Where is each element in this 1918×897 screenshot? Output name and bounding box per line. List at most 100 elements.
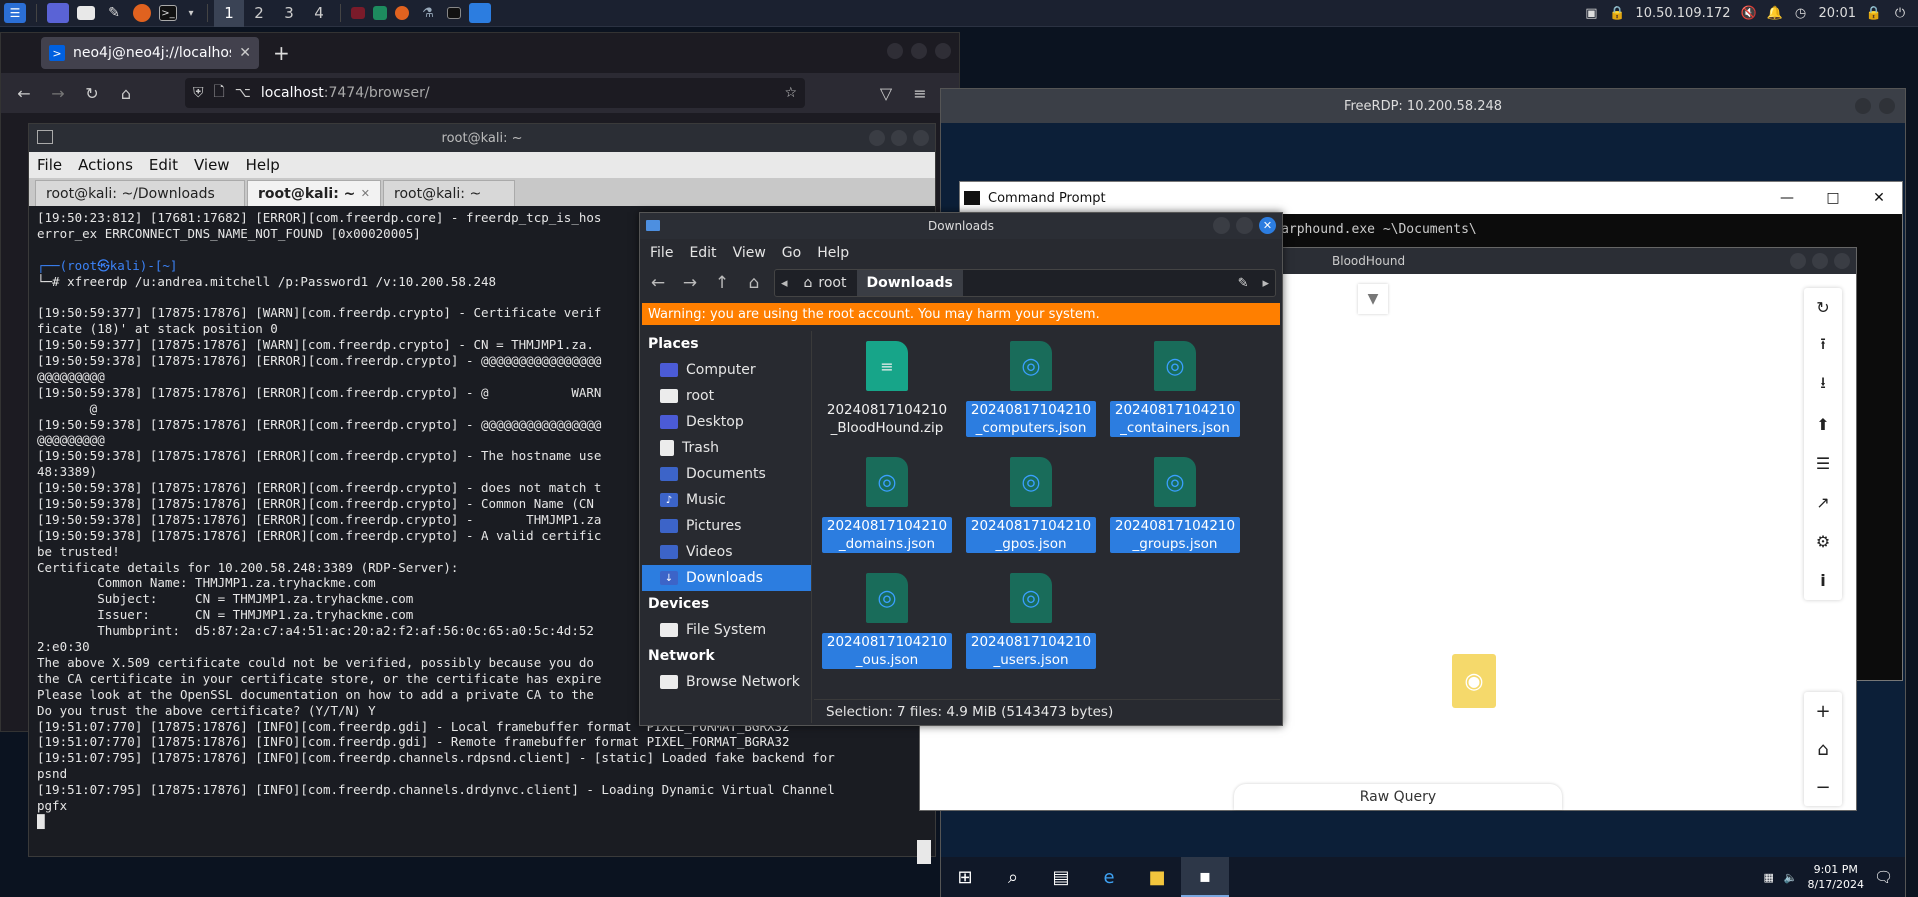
terminal-icon[interactable]: >_ xyxy=(159,5,177,21)
notifications-icon[interactable]: 🗨 xyxy=(1874,868,1893,886)
taskbar-app-icon[interactable] xyxy=(351,7,365,19)
zoom-out-icon[interactable]: − xyxy=(1804,768,1842,806)
url-bar[interactable]: ⛨ 🗋 ⌥ localhost:7474/browser/ ☆ xyxy=(185,78,805,108)
queries-icon[interactable]: ☰ xyxy=(1804,444,1842,483)
new-tab-button[interactable]: + xyxy=(273,41,290,65)
file-item[interactable]: ≡ 20240817104210_BloodHound.zip xyxy=(822,337,952,447)
cmd-taskbar-icon[interactable]: ▪ xyxy=(1181,857,1229,897)
sidebar-item-documents[interactable]: Documents xyxy=(642,461,811,487)
sidebar-item-videos[interactable]: Videos xyxy=(642,539,811,565)
maximize-button[interactable] xyxy=(891,130,907,146)
power-icon[interactable]: ⏻ xyxy=(1892,6,1908,22)
windows-start-icon[interactable]: ⊞ xyxy=(941,857,989,897)
menu-edit[interactable]: Edit xyxy=(681,245,724,261)
menu-view[interactable]: View xyxy=(725,245,774,261)
settings-gear-icon[interactable]: ⚙ xyxy=(1804,522,1842,561)
terminal-scrollbar[interactable] xyxy=(917,840,931,864)
file-item[interactable]: ◎ 20240817104210_gpos.json xyxy=(966,453,1096,563)
pocket-icon[interactable]: ▽ xyxy=(871,79,901,107)
refresh-icon[interactable]: ↻ xyxy=(1804,288,1842,327)
download-icon[interactable]: ⭳ xyxy=(1804,366,1842,405)
raw-query-bar[interactable]: Raw Query xyxy=(1234,784,1562,810)
path-right-arrow-icon[interactable]: ▸ xyxy=(1256,276,1275,291)
zoom-in-icon[interactable]: + xyxy=(1804,692,1842,730)
maximize-button[interactable] xyxy=(911,43,927,59)
lock-screen-icon[interactable]: 🔒 xyxy=(1866,6,1882,22)
sidebar-item-desktop[interactable]: Desktop xyxy=(642,409,811,435)
menu-edit[interactable]: Edit xyxy=(141,156,186,174)
bookmark-star-icon[interactable]: ☆ xyxy=(784,85,797,101)
permissions-icon[interactable]: ⌥ xyxy=(235,85,251,101)
taskbar-firefox-icon[interactable] xyxy=(395,6,409,20)
filter-icon[interactable]: ▼ xyxy=(1358,284,1388,314)
maximize-button[interactable] xyxy=(1236,217,1253,234)
task-view-icon[interactable]: ▤ xyxy=(1037,857,1085,897)
home-icon[interactable]: ⌂ xyxy=(1804,730,1842,768)
windows-clock[interactable]: 9:01 PM 8/17/2024 xyxy=(1808,862,1864,892)
path-left-arrow-icon[interactable]: ◂ xyxy=(775,276,794,291)
minimize-button[interactable] xyxy=(1855,98,1871,114)
close-button[interactable]: ✕ xyxy=(1856,182,1902,214)
lock-icon[interactable]: 🔒 xyxy=(1609,6,1625,22)
workspace-4[interactable]: 4 xyxy=(304,0,334,27)
close-tab-icon[interactable]: ✕ xyxy=(361,187,370,200)
panel-clock[interactable]: 20:01 xyxy=(1819,6,1856,21)
edit-path-icon[interactable]: ✎ xyxy=(1230,276,1257,291)
file-item[interactable]: ◎ 20240817104210_ous.json xyxy=(822,569,952,679)
forward-icon[interactable]: → xyxy=(678,271,702,295)
file-item[interactable]: ◎ 20240817104210_domains.json xyxy=(822,453,952,563)
terminal-tab-downloads[interactable]: root@kali: ~/Downloads xyxy=(35,180,245,206)
kali-menu-icon[interactable]: ☰ xyxy=(4,3,26,23)
taskbar-terminal-icon[interactable] xyxy=(447,7,461,19)
terminal-tab-3[interactable]: root@kali: ~ xyxy=(383,180,515,206)
notification-bell-icon[interactable]: 🔔 xyxy=(1766,6,1782,22)
minimize-button[interactable] xyxy=(1213,217,1230,234)
parent-folder-icon[interactable]: ↑ xyxy=(710,271,734,295)
sidebar-item-file-system[interactable]: File System xyxy=(642,617,811,643)
shield-icon[interactable]: ⛨ xyxy=(193,85,204,101)
menu-help[interactable]: Help xyxy=(238,156,288,174)
chart-icon[interactable]: ↗ xyxy=(1804,483,1842,522)
sidebar-item-music[interactable]: ♪ Music xyxy=(642,487,811,513)
sidebar-item-trash[interactable]: Trash xyxy=(642,435,811,461)
sidebar-item-computer[interactable]: Computer xyxy=(642,357,811,383)
maximize-button[interactable]: □ xyxy=(1810,182,1856,214)
network-icon[interactable]: ▦ xyxy=(1763,871,1773,884)
thunar-file-view[interactable]: ≡ 20240817104210_BloodHound.zip ◎ 20240817… xyxy=(814,331,1280,699)
browser-tab[interactable]: > neo4j@neo4j://localhost ✕ xyxy=(41,37,259,69)
mute-icon[interactable]: 🔇 xyxy=(1740,6,1756,22)
upload-icon[interactable]: ⭱ xyxy=(1804,327,1842,366)
file-item[interactable]: ◎ 20240817104210_computers.json xyxy=(966,337,1096,447)
sidebar-item-pictures[interactable]: Pictures xyxy=(642,513,811,539)
menu-go[interactable]: Go xyxy=(774,245,809,261)
close-button[interactable] xyxy=(1834,253,1850,269)
back-button[interactable]: ← xyxy=(9,79,39,107)
text-editor-icon[interactable]: ✎ xyxy=(103,3,125,23)
minimize-button[interactable] xyxy=(869,130,885,146)
terminal-tab-active[interactable]: root@kali: ~ ✕ xyxy=(247,180,381,206)
maximize-button[interactable] xyxy=(1812,253,1828,269)
breadcrumb-root[interactable]: ⌂ root xyxy=(794,270,857,296)
close-button[interactable] xyxy=(935,43,951,59)
close-button[interactable]: ✕ xyxy=(1259,217,1276,234)
sidebar-item-browse-network[interactable]: Browse Network xyxy=(642,669,811,695)
chevron-down-icon[interactable]: ▾ xyxy=(185,3,197,23)
taskbar-app-icon[interactable]: ⚗ xyxy=(417,3,439,23)
internet-explorer-icon[interactable]: e xyxy=(1085,857,1133,897)
menu-file[interactable]: File xyxy=(642,245,681,261)
menu-help[interactable]: Help xyxy=(809,245,857,261)
import-icon[interactable]: ⬆ xyxy=(1804,405,1842,444)
close-button[interactable] xyxy=(1879,98,1895,114)
volume-icon[interactable]: 🔈 xyxy=(1784,871,1798,884)
menu-file[interactable]: File xyxy=(29,156,70,174)
file-item[interactable]: ◎ 20240817104210_users.json xyxy=(966,569,1096,679)
back-icon[interactable]: ← xyxy=(646,271,670,295)
sidebar-item-downloads[interactable]: ↓ Downloads xyxy=(642,565,811,591)
minimize-button[interactable] xyxy=(887,43,903,59)
hamburger-menu-icon[interactable]: ≡ xyxy=(905,79,935,107)
menu-view[interactable]: View xyxy=(186,156,238,174)
workspace-2[interactable]: 2 xyxy=(244,0,274,27)
close-tab-icon[interactable]: ✕ xyxy=(239,45,251,61)
taskbar-app-icon[interactable] xyxy=(373,6,387,20)
breadcrumb-downloads[interactable]: Downloads xyxy=(856,270,963,296)
